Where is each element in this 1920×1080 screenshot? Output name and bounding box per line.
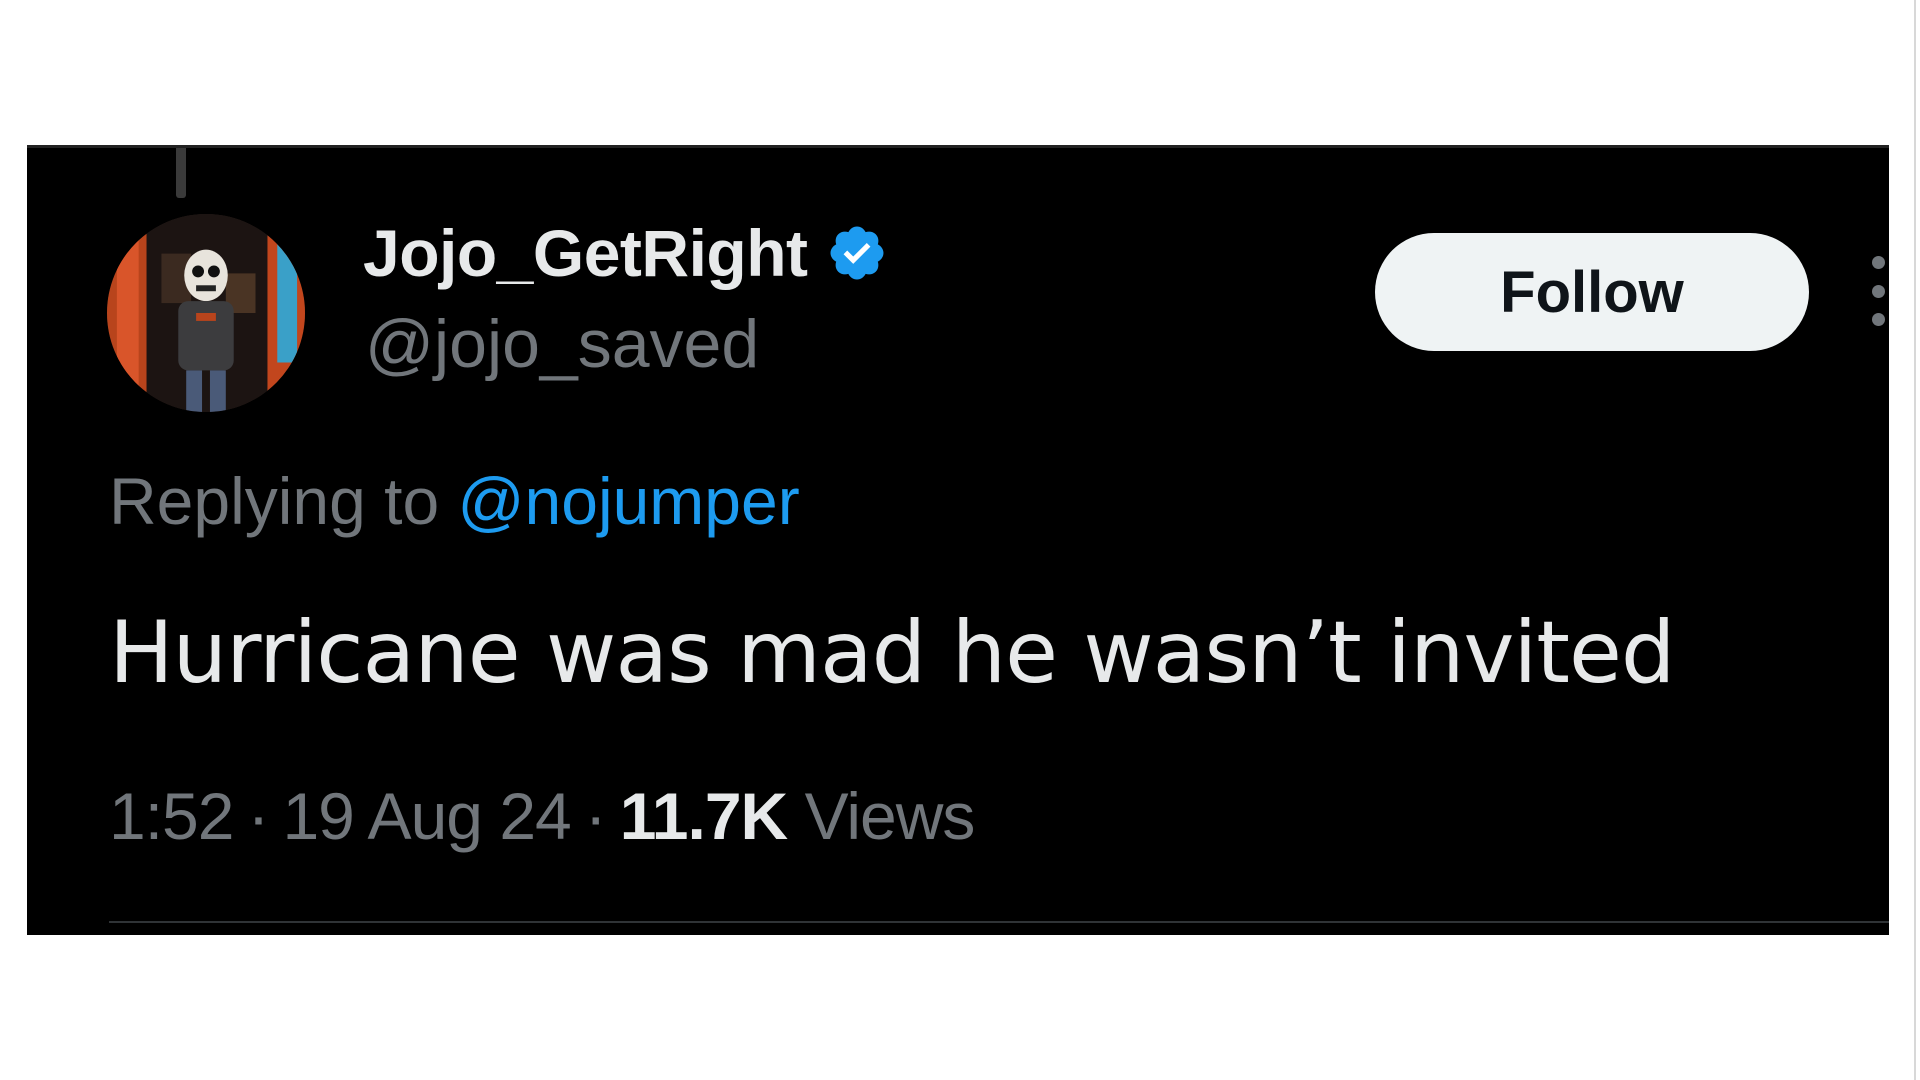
avatar[interactable] xyxy=(107,214,305,412)
more-dot xyxy=(1871,284,1885,298)
more-dot xyxy=(1871,313,1885,326)
more-dot xyxy=(1871,256,1885,269)
verified-badge-icon[interactable] xyxy=(826,222,888,284)
author-name-row: Jojo_GetRight xyxy=(363,220,888,286)
page-edge-divider xyxy=(1914,0,1916,1080)
tweet-text: Hurricane was mad he wasn’t invited xyxy=(109,603,1675,703)
tweet-time[interactable]: 1:52 xyxy=(109,779,234,853)
reply-mention-link[interactable]: @nojumper xyxy=(458,464,800,538)
replying-to-line: Replying to @nojumper xyxy=(109,468,800,534)
more-options-icon[interactable] xyxy=(1867,256,1889,326)
follow-button[interactable]: Follow xyxy=(1375,233,1809,351)
tweet-date[interactable]: 19 Aug 24 xyxy=(282,779,571,853)
replying-to-prefix: Replying to xyxy=(109,464,458,538)
meta-separator: · xyxy=(247,779,269,853)
views-label: Views xyxy=(804,779,976,853)
author-display-name[interactable]: Jojo_GetRight xyxy=(363,220,808,286)
tweet-card: Jojo_GetRight @jojo_saved Follow Replyin… xyxy=(27,145,1889,935)
divider xyxy=(109,921,1889,923)
thread-connector-line xyxy=(176,148,186,198)
tweet-meta: 1:52 · 19 Aug 24 · 11.7K Views xyxy=(109,783,975,849)
meta-separator: · xyxy=(584,779,607,853)
views-count[interactable]: 11.7K xyxy=(620,779,788,853)
avatar-photo-icon xyxy=(107,214,305,412)
author-handle[interactable]: @jojo_saved xyxy=(365,310,759,378)
